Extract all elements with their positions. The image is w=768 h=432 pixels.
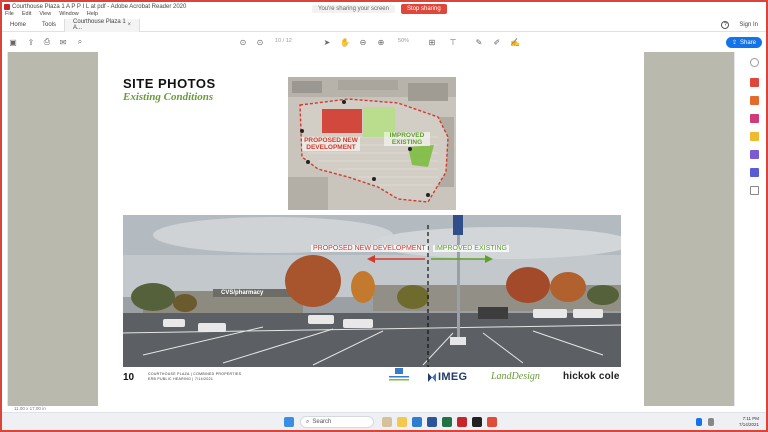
map-label-improved: IMPROVED EXISTING — [384, 132, 430, 146]
app2-taskbar-icon[interactable] — [487, 417, 497, 427]
stop-sharing-button[interactable]: Stop sharing — [400, 4, 447, 14]
comment-icon[interactable]: ✎ — [474, 37, 484, 47]
page-up-icon[interactable]: ⊙ — [238, 37, 248, 47]
search-icon: ⌕ — [306, 418, 310, 425]
imeg-logo-text: IMEG — [438, 371, 468, 383]
close-icon[interactable]: × — [128, 22, 132, 28]
screen-share-banner: You're sharing your screen Stop sharing — [312, 3, 447, 15]
microphone-icon[interactable] — [696, 418, 702, 426]
word-icon[interactable] — [427, 417, 437, 427]
photo-label-improved: IMPROVED EXISTING — [433, 245, 509, 252]
vertical-scrollbar[interactable] — [734, 52, 742, 406]
app-taskbar-icon[interactable] — [472, 417, 482, 427]
volume-icon[interactable] — [708, 418, 714, 426]
page-size: 11.00 x 17.00 in — [14, 406, 46, 411]
share-icon: ⇪ — [731, 40, 737, 46]
combined-properties-mark — [389, 368, 409, 381]
highlight-icon[interactable]: ✐ — [492, 37, 502, 47]
help-icon[interactable]: ? — [721, 21, 730, 29]
pdf-page: SITE PHOTOS Existing Conditions PROPOSED… — [98, 52, 644, 406]
more-tools-icon[interactable] — [750, 186, 759, 195]
tab-home[interactable]: Home — [2, 19, 34, 32]
scroll-mode-icon[interactable]: ⊤ — [448, 37, 458, 47]
clock-date: 7/14/2021 — [739, 422, 760, 427]
zoom-in-icon[interactable]: ⊕ — [376, 37, 386, 47]
system-clock[interactable]: 7:11 PM 7/14/2021 — [739, 416, 759, 428]
windows-taskbar: ⌕ Search 7:11 PM 7/14/2021 — [2, 412, 766, 430]
tab-row: Home Tools Courthouse Plaza 1 A... × ? S… — [2, 18, 766, 32]
sign-icon[interactable]: ✍ — [510, 37, 520, 47]
project-line-2: ERB PUBLIC HEARING | 7/14/2021 — [148, 377, 214, 381]
map-label-proposed: PROPOSED NEW DEVELOPMENT — [302, 137, 360, 151]
page-title: SITE PHOTOS — [123, 76, 216, 91]
store-sign: CVS/pharmacy — [221, 290, 264, 296]
export-pdf-icon[interactable] — [750, 78, 759, 87]
hand-tool-icon[interactable]: ✋ — [340, 37, 350, 47]
document-canvas-left — [8, 52, 98, 406]
aerial-site-map: PROPOSED NEW DEVELOPMENT IMPROVED EXISTI… — [288, 77, 456, 210]
fit-page-icon[interactable]: ⊞ — [427, 37, 437, 47]
page-indicator[interactable]: 10 / 12 — [275, 38, 292, 44]
create-pdf-icon[interactable] — [750, 96, 759, 105]
tab-document-label: Courthouse Plaza 1 A... — [73, 19, 126, 31]
widgets-icon[interactable] — [382, 417, 392, 427]
share-button[interactable]: ⇪ Share — [725, 37, 762, 48]
window-title: Courthouse Plaza 1 A P P I L at pdf - Ad… — [12, 3, 187, 10]
taskbar-search[interactable]: ⌕ Search — [300, 416, 374, 428]
edit-pdf-icon[interactable] — [750, 114, 759, 123]
sign-in-link[interactable]: Sign In — [739, 22, 758, 28]
taskbar-search-label: Search — [312, 419, 332, 425]
landdesign-logo: LandDesign — [491, 371, 540, 382]
select-cursor-icon[interactable]: ➤ — [322, 37, 332, 47]
document-canvas-right — [644, 52, 734, 406]
windows-start-icon[interactable] — [284, 417, 294, 427]
file-explorer-icon[interactable] — [397, 417, 407, 427]
upload-icon[interactable]: ⇪ — [26, 37, 36, 47]
tab-tools[interactable]: Tools — [34, 19, 64, 32]
print-icon[interactable]: ⎙ — [42, 37, 52, 47]
comment-tool-icon[interactable] — [750, 132, 759, 141]
hickok-cole-logo: hickok cole — [563, 371, 620, 382]
site-photo: CVS/pharmacy PROPOSED NEW DEVELOPMENT IM… — [123, 215, 621, 367]
search-icon[interactable]: ⌕ — [75, 37, 85, 47]
send-for-signature-icon[interactable] — [750, 168, 759, 177]
acrobat-app-icon — [4, 3, 10, 10]
site-photo-image — [123, 215, 621, 367]
email-icon[interactable]: ✉ — [58, 37, 68, 47]
share-label: Share — [739, 39, 756, 46]
zoom-level[interactable]: 50% — [398, 38, 409, 44]
zoom-tool-icon[interactable] — [750, 58, 759, 67]
tab-document[interactable]: Courthouse Plaza 1 A... × — [64, 18, 141, 32]
imeg-logo: IMEG — [428, 371, 467, 383]
excel-icon[interactable] — [442, 417, 452, 427]
page-number: 10 — [123, 372, 135, 383]
zoom-out-icon[interactable]: ⊖ — [358, 37, 368, 47]
page-subtitle: Existing Conditions — [123, 91, 214, 103]
imeg-mark — [428, 372, 436, 382]
share-message: You're sharing your screen — [312, 5, 395, 13]
edge-icon[interactable] — [412, 417, 422, 427]
project-info: COURTHOUSE PLAZA | COMBINED PROPERTIES E… — [148, 372, 241, 382]
save-icon[interactable]: ▣ — [8, 37, 18, 47]
acrobat-taskbar-icon[interactable] — [457, 417, 467, 427]
toolbar: ▣ ⇪ ⎙ ✉ ⌕ ⊙ ⊙ 10 / 12 ➤ ✋ ⊖ ⊕ 50% ⊞ ⊤ ✎ … — [2, 33, 766, 51]
combined-properties-logo — [386, 368, 412, 382]
fill-sign-icon[interactable] — [750, 150, 759, 159]
page-down-icon[interactable]: ⊙ — [255, 37, 265, 47]
tools-rail — [742, 52, 766, 406]
photo-label-proposed: PROPOSED NEW DEVELOPMENT — [311, 245, 428, 252]
